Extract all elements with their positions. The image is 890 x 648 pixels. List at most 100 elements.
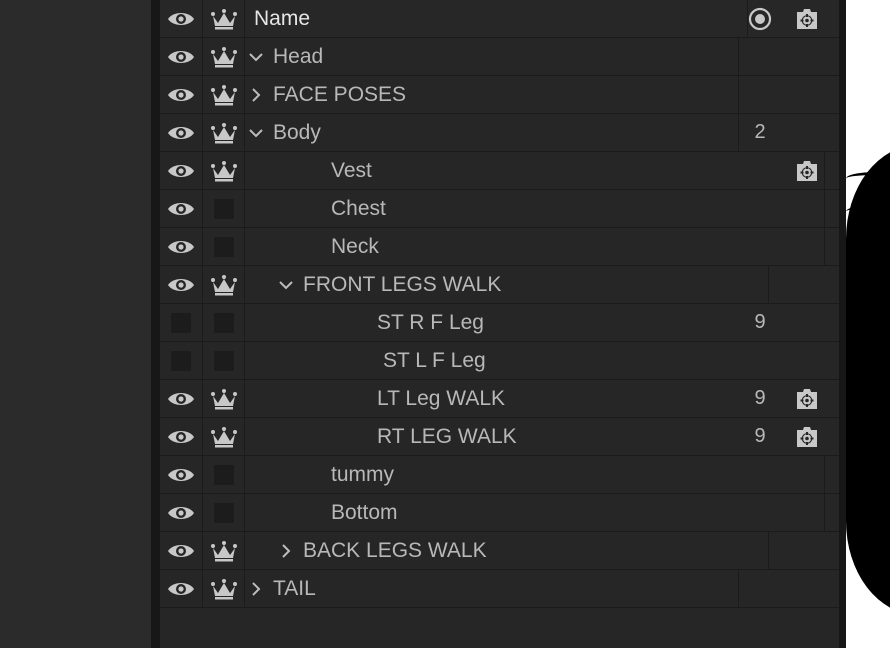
- layer-name-cell[interactable]: Vest: [245, 152, 825, 189]
- crown-toggle[interactable]: [203, 570, 245, 607]
- layer-row[interactable]: ST R F Leg 9: [160, 304, 871, 342]
- visibility-toggle[interactable]: [160, 266, 203, 303]
- visibility-toggle[interactable]: [160, 304, 203, 341]
- camera-gear-toggle[interactable]: [786, 570, 828, 607]
- layer-name: LT Leg WALK: [377, 386, 506, 410]
- crown-toggle[interactable]: [203, 228, 245, 265]
- visibility-toggle[interactable]: [160, 494, 203, 531]
- chevron-down-icon[interactable]: [275, 274, 297, 296]
- layer-row[interactable]: ST L F Leg: [160, 342, 877, 380]
- layer-row[interactable]: BACK LEGS WALK: [160, 532, 839, 570]
- layer-name-cell[interactable]: FACE POSES: [245, 76, 739, 113]
- visibility-toggle[interactable]: [160, 380, 203, 417]
- camera-gear-toggle[interactable]: [786, 152, 828, 189]
- chevron-down-icon[interactable]: [245, 122, 267, 144]
- layer-row[interactable]: Vest: [160, 152, 839, 190]
- visibility-toggle[interactable]: [160, 114, 203, 151]
- camera-gear-toggle[interactable]: [786, 228, 828, 265]
- visibility-toggle[interactable]: [160, 418, 203, 455]
- camera-gear-toggle[interactable]: [786, 494, 828, 531]
- layer-row[interactable]: RT LEG WALK 9: [160, 418, 871, 456]
- name-column-label: Name: [254, 6, 311, 30]
- record-column-header[interactable]: [739, 0, 781, 37]
- canvas-viewport[interactable]: [846, 0, 890, 648]
- visibility-toggle[interactable]: [160, 570, 203, 607]
- camera-gear-toggle[interactable]: [786, 76, 828, 113]
- layer-row[interactable]: LT Leg WALK 9: [160, 380, 871, 418]
- visibility-toggle[interactable]: [160, 190, 203, 227]
- crown-toggle[interactable]: [203, 152, 245, 189]
- visibility-toggle[interactable]: [160, 152, 203, 189]
- layer-row[interactable]: Body 2: [160, 114, 839, 152]
- camera-gear-toggle[interactable]: [786, 266, 828, 303]
- crown-toggle[interactable]: [203, 380, 245, 417]
- camera-gear-toggle[interactable]: [786, 380, 828, 417]
- eye-icon: [167, 580, 195, 598]
- layer-name-cell[interactable]: Head: [245, 38, 739, 75]
- layer-name-cell[interactable]: BACK LEGS WALK: [245, 532, 769, 569]
- visibility-toggle[interactable]: [160, 228, 203, 265]
- crown-toggle[interactable]: [203, 456, 245, 493]
- layer-name: FRONT LEGS WALK: [303, 272, 502, 296]
- layer-name: Head: [273, 44, 324, 68]
- crown-toggle[interactable]: [203, 38, 245, 75]
- visibility-toggle[interactable]: [160, 76, 203, 113]
- camera-gear-toggle[interactable]: [786, 304, 828, 341]
- layer-row[interactable]: FRONT LEGS WALK: [160, 266, 839, 304]
- crown-off-box: [213, 312, 234, 333]
- layer-name-cell[interactable]: FRONT LEGS WALK: [245, 266, 769, 303]
- crown-toggle[interactable]: [203, 114, 245, 151]
- chevron-down-icon: [276, 275, 296, 295]
- layer-row[interactable]: TAIL: [160, 570, 839, 608]
- crown-toggle[interactable]: [203, 76, 245, 113]
- camera-gear-toggle[interactable]: [786, 38, 828, 75]
- visibility-toggle[interactable]: [160, 456, 203, 493]
- crown-column-header[interactable]: [203, 0, 245, 37]
- count-value: 9: [754, 425, 766, 447]
- crown-toggle[interactable]: [203, 190, 245, 227]
- camera-gear-toggle[interactable]: [786, 532, 828, 569]
- crown-toggle[interactable]: [203, 266, 245, 303]
- layer-row[interactable]: Bottom: [160, 494, 839, 532]
- camera-gear-toggle[interactable]: [786, 342, 828, 379]
- chevron-right-icon[interactable]: [245, 84, 267, 106]
- layer-name: RT LEG WALK: [377, 424, 517, 448]
- layer-row[interactable]: Head: [160, 38, 839, 76]
- layer-name-cell[interactable]: Chest: [245, 190, 825, 227]
- layer-name-cell[interactable]: TAIL: [245, 570, 739, 607]
- layer-name-cell[interactable]: ST L F Leg: [245, 342, 877, 379]
- visibility-toggle[interactable]: [160, 38, 203, 75]
- layer-row[interactable]: tummy: [160, 456, 839, 494]
- chevron-down-icon[interactable]: [245, 46, 267, 68]
- crown-toggle[interactable]: [203, 532, 245, 569]
- chevron-right-icon[interactable]: [245, 578, 267, 600]
- panel-divider-right[interactable]: [839, 0, 846, 648]
- camera-gear-toggle[interactable]: [786, 190, 828, 227]
- layer-row[interactable]: Neck: [160, 228, 839, 266]
- crown-toggle[interactable]: [203, 304, 245, 341]
- camera-gear-column-header[interactable]: [786, 0, 828, 37]
- record-count: 9: [739, 304, 781, 341]
- panel-divider-left[interactable]: [151, 0, 160, 648]
- chevron-right-icon: [276, 541, 296, 561]
- layer-row[interactable]: FACE POSES: [160, 76, 839, 114]
- layer-name-cell[interactable]: Neck: [245, 228, 825, 265]
- visibility-toggle[interactable]: [160, 342, 203, 379]
- layer-name: Vest: [331, 158, 372, 182]
- layer-name-cell[interactable]: Bottom: [245, 494, 825, 531]
- layer-row[interactable]: Chest: [160, 190, 839, 228]
- layer-name: ST L F Leg: [383, 348, 486, 372]
- layer-name-cell[interactable]: Body: [245, 114, 739, 151]
- visibility-toggle[interactable]: [160, 532, 203, 569]
- crown-toggle[interactable]: [203, 418, 245, 455]
- layer-name-cell[interactable]: tummy: [245, 456, 825, 493]
- chevron-right-icon[interactable]: [275, 540, 297, 562]
- name-column-header[interactable]: Name: [245, 0, 748, 37]
- camera-gear-toggle[interactable]: [786, 114, 828, 151]
- visibility-column-header[interactable]: [160, 0, 203, 37]
- crown-toggle[interactable]: [203, 342, 245, 379]
- crown-toggle[interactable]: [203, 494, 245, 531]
- chevron-down-icon: [246, 123, 266, 143]
- camera-gear-toggle[interactable]: [786, 456, 828, 493]
- camera-gear-toggle[interactable]: [786, 418, 828, 455]
